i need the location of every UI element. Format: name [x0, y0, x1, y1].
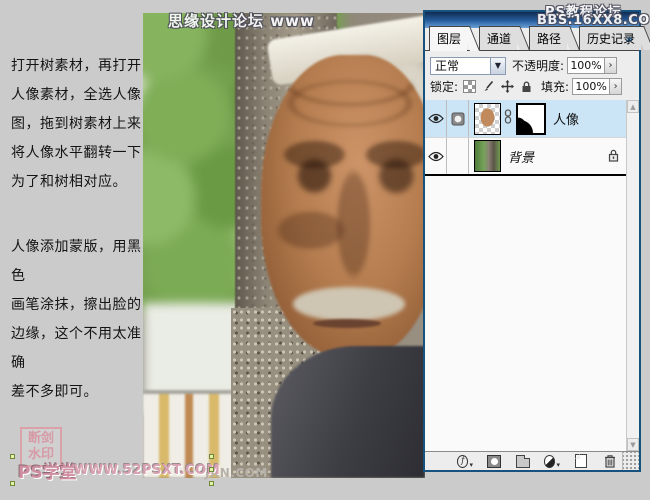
selection-handle — [10, 481, 15, 486]
chevron-down-icon[interactable]: ▼ — [490, 58, 505, 74]
tab-paths[interactable]: 路径 — [529, 26, 567, 50]
lock-position-move-icon[interactable] — [501, 80, 514, 93]
adjustment-layer-button[interactable]: ▾ — [544, 454, 560, 469]
tab-overflow-icon[interactable]: » — [625, 32, 633, 46]
lock-label: 锁定: — [430, 78, 458, 95]
new-group-button[interactable] — [515, 454, 531, 469]
photo-mouth — [313, 319, 381, 328]
watermark-brand: PS学堂 — [18, 458, 77, 483]
layer-list: 人像 背景 ▲ ▼ — [425, 100, 639, 451]
new-layer-icon — [575, 454, 587, 468]
watermark-top-right-line2: BBS.16XX8.COM — [537, 13, 650, 28]
layer-name[interactable]: 背景 — [508, 147, 534, 166]
tutorial-screenshot: 打开树素材，再打开 人像素材，全选人像 图，拖到树素材上来 将人像水平翻转一下 … — [0, 0, 650, 500]
mask-indicator-icon — [447, 100, 469, 137]
watermark-top-center: 思缘设计论坛 www — [168, 10, 315, 31]
instruction-paragraph-1: 打开树素材，再打开 人像素材，全选人像 图，拖到树素材上来 将人像水平翻转一下 … — [11, 52, 147, 197]
selection-handle — [209, 454, 214, 459]
layer-list-scrollbar[interactable]: ▲ ▼ — [626, 100, 639, 451]
opacity-input[interactable]: 100% — [567, 57, 605, 74]
lock-paint-brush-icon[interactable] — [482, 80, 495, 93]
seal-line1: 断剑 — [22, 431, 60, 447]
scroll-down-icon[interactable]: ▼ — [627, 438, 639, 451]
layer-lock-icon — [608, 147, 619, 166]
new-layer-button[interactable] — [573, 454, 589, 469]
add-layer-mask-icon — [487, 455, 501, 468]
link-column[interactable] — [447, 138, 469, 174]
layer-style-button[interactable]: f▾ — [457, 454, 473, 469]
blend-mode-select[interactable]: 正常 ▼ — [430, 57, 506, 75]
selection-handle — [209, 467, 214, 472]
opacity-label: 不透明度: — [512, 57, 564, 74]
layer-row-portrait[interactable]: 人像 — [425, 100, 626, 138]
layer-row-background[interactable]: 背景 — [425, 138, 626, 176]
mask-link-icon[interactable] — [504, 109, 512, 128]
tab-channels[interactable]: 通道 — [479, 26, 517, 50]
instruction-paragraph-2: 人像添加蒙版，用黑色 画笔涂抹，擦出脸的 边缘，这个不用太准确 差不多即可。 — [11, 233, 147, 407]
layer-thumbnail[interactable] — [474, 103, 501, 135]
document-canvas-photo — [143, 13, 425, 478]
palette-toolbar: f▾ ▾ — [425, 451, 639, 470]
tab-layers[interactable]: 图层 — [429, 26, 467, 51]
eye-icon — [428, 113, 444, 124]
photo-mustache — [293, 287, 405, 321]
add-layer-mask-button[interactable] — [486, 454, 502, 469]
lock-all-icon[interactable] — [520, 80, 533, 93]
visibility-toggle[interactable] — [425, 138, 447, 174]
fill-spinner-icon[interactable]: › — [610, 78, 622, 95]
caret-down-icon: ▾ — [469, 461, 473, 469]
lock-buttons — [463, 80, 533, 93]
layers-palette: 图层 通道 路径 历史记录 » 正常 ▼ 不透明度: 100% › 锁定: — [423, 10, 641, 472]
selection-handle — [10, 454, 15, 459]
palette-tabs: 图层 通道 路径 历史记录 » — [425, 28, 639, 51]
delete-layer-button[interactable] — [602, 454, 618, 469]
folder-icon — [516, 458, 530, 468]
visibility-toggle[interactable] — [425, 100, 447, 137]
layer-name[interactable]: 人像 — [553, 109, 579, 128]
layer-style-icon: f — [457, 455, 468, 468]
fill-input[interactable]: 100% — [572, 78, 610, 95]
fill-label: 填充: — [541, 78, 569, 95]
adjustment-layer-icon — [544, 455, 555, 468]
palette-resize-grip[interactable] — [622, 452, 639, 470]
opacity-spinner-icon[interactable]: › — [605, 57, 617, 74]
layer-thumbnail[interactable] — [474, 140, 501, 172]
lock-transparency-icon[interactable] — [463, 80, 476, 93]
eye-icon — [428, 151, 444, 162]
layer-mask-thumbnail[interactable] — [516, 103, 546, 135]
trash-icon — [604, 454, 616, 468]
blend-mode-value: 正常 — [431, 57, 490, 74]
caret-down-icon: ▾ — [556, 461, 560, 469]
watermark-url: WWW.52PSXT.COM — [74, 463, 220, 478]
scroll-up-icon[interactable]: ▲ — [627, 100, 639, 113]
layer-options: 正常 ▼ 不透明度: 100% › 锁定: — [425, 51, 639, 101]
selection-handle — [209, 481, 214, 486]
watermark-bottom-group: PS学堂 WWW.52PSXT.COM — [12, 456, 212, 484]
